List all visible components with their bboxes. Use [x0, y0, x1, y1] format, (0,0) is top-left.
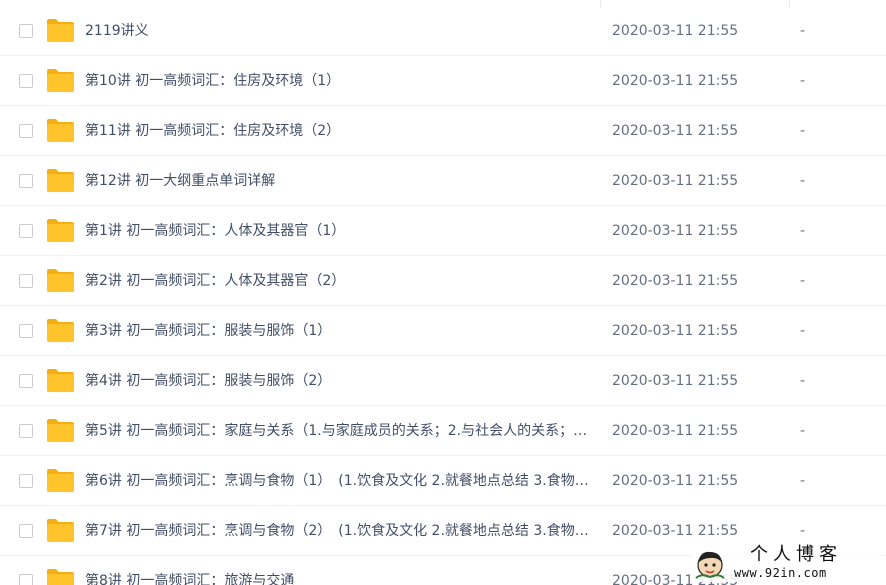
file-row[interactable]: 第3讲 初一高频词汇：服装与服饰（1） 2020-03-11 21:55 -: [0, 306, 886, 356]
row-checkbox[interactable]: [19, 24, 33, 38]
file-date: 2020-03-11 21:55: [612, 373, 739, 389]
file-name[interactable]: 第1讲 初一高频词汇：人体及其器官（1）: [85, 221, 590, 241]
watermark-url: www.92in.com: [734, 566, 827, 580]
file-name[interactable]: 第4讲 初一高频词汇：服装与服饰（2）: [85, 371, 590, 391]
file-row[interactable]: 第10讲 初一高频词汇：住房及环境（1） 2020-03-11 21:55 -: [0, 56, 886, 106]
folder-icon[interactable]: [47, 69, 74, 92]
folder-icon[interactable]: [47, 119, 74, 142]
folder-icon[interactable]: [47, 469, 74, 492]
file-date: 2020-03-11 21:55: [612, 273, 739, 289]
file-name[interactable]: 第6讲 初一高频词汇：烹调与食物（1） (1.饮食及文化 2.就餐地点总结 3.…: [85, 471, 590, 491]
file-size: -: [800, 123, 806, 139]
file-row[interactable]: 第1讲 初一高频词汇：人体及其器官（1） 2020-03-11 21:55 -: [0, 206, 886, 256]
file-name[interactable]: 第2讲 初一高频词汇：人体及其器官（2）: [85, 271, 590, 291]
file-date: 2020-03-11 21:55: [612, 473, 739, 489]
file-date: 2020-03-11 21:55: [612, 73, 739, 89]
file-size: -: [800, 73, 806, 89]
file-date: 2020-03-11 21:55: [612, 223, 739, 239]
file-size: -: [800, 423, 806, 439]
file-name[interactable]: 第7讲 初一高频词汇：烹调与食物（2） (1.饮食及文化 2.就餐地点总结 3.…: [85, 521, 590, 541]
row-checkbox[interactable]: [19, 574, 33, 585]
row-checkbox[interactable]: [19, 324, 33, 338]
file-row[interactable]: 第6讲 初一高频词汇：烹调与食物（1） (1.饮食及文化 2.就餐地点总结 3.…: [0, 456, 886, 506]
file-name[interactable]: 第3讲 初一高频词汇：服装与服饰（1）: [85, 321, 590, 341]
folder-icon[interactable]: [47, 219, 74, 242]
file-name[interactable]: 第11讲 初一高频词汇：住房及环境（2）: [85, 121, 590, 141]
row-checkbox[interactable]: [19, 474, 33, 488]
row-checkbox[interactable]: [19, 274, 33, 288]
row-checkbox[interactable]: [19, 174, 33, 188]
file-row[interactable]: 第4讲 初一高频词汇：服装与服饰（2） 2020-03-11 21:55 -: [0, 356, 886, 406]
file-name[interactable]: 第10讲 初一高频词汇：住房及环境（1）: [85, 71, 590, 91]
row-checkbox[interactable]: [19, 524, 33, 538]
file-name[interactable]: 第5讲 初一高频词汇：家庭与关系（1.与家庭成员的关系；2.与社会人的关系；3.…: [85, 421, 590, 441]
file-size: -: [800, 273, 806, 289]
folder-icon[interactable]: [47, 519, 74, 542]
row-checkbox[interactable]: [19, 374, 33, 388]
folder-icon[interactable]: [47, 569, 74, 585]
folder-icon[interactable]: [47, 369, 74, 392]
avatar-icon: [695, 551, 725, 579]
file-row[interactable]: 第12讲 初一大纲重点单词详解 2020-03-11 21:55 -: [0, 156, 886, 206]
row-checkbox[interactable]: [19, 74, 33, 88]
file-size: -: [800, 323, 806, 339]
file-size: -: [800, 523, 806, 539]
watermark-title: 个人博客: [750, 544, 842, 565]
file-date: 2020-03-11 21:55: [612, 23, 739, 39]
folder-icon[interactable]: [47, 419, 74, 442]
file-name[interactable]: 第8讲 初一高频词汇：旅游与交通: [85, 571, 590, 585]
file-date: 2020-03-11 21:55: [612, 423, 739, 439]
file-size: -: [800, 223, 806, 239]
file-name[interactable]: 第12讲 初一大纲重点单词详解: [85, 171, 590, 191]
file-size: -: [800, 23, 806, 39]
file-row[interactable]: 2119讲义 2020-03-11 21:55 -: [0, 6, 886, 56]
file-row[interactable]: 第11讲 初一高频词汇：住房及环境（2） 2020-03-11 21:55 -: [0, 106, 886, 156]
folder-icon[interactable]: [47, 169, 74, 192]
file-date: 2020-03-11 21:55: [612, 523, 739, 539]
file-row[interactable]: 第5讲 初一高频词汇：家庭与关系（1.与家庭成员的关系；2.与社会人的关系；3.…: [0, 406, 886, 456]
folder-icon[interactable]: [47, 19, 74, 42]
watermark: 个人博客 www.92in.com: [692, 544, 882, 582]
row-checkbox[interactable]: [19, 224, 33, 238]
file-size: -: [800, 473, 806, 489]
row-checkbox[interactable]: [19, 124, 33, 138]
file-date: 2020-03-11 21:55: [612, 323, 739, 339]
file-size: -: [800, 373, 806, 389]
file-list: 2119讲义 2020-03-11 21:55- 第10讲 初一高频词汇：住房及环境…: [0, 0, 886, 585]
file-name[interactable]: 2119讲义: [85, 21, 590, 41]
file-row[interactable]: 第2讲 初一高频词汇：人体及其器官（2） 2020-03-11 21:55 -: [0, 256, 886, 306]
row-checkbox[interactable]: [19, 424, 33, 438]
file-date: 2020-03-11 21:55: [612, 123, 739, 139]
folder-icon[interactable]: [47, 319, 74, 342]
file-date: 2020-03-11 21:55: [612, 173, 739, 189]
file-size: -: [800, 173, 806, 189]
folder-icon[interactable]: [47, 269, 74, 292]
